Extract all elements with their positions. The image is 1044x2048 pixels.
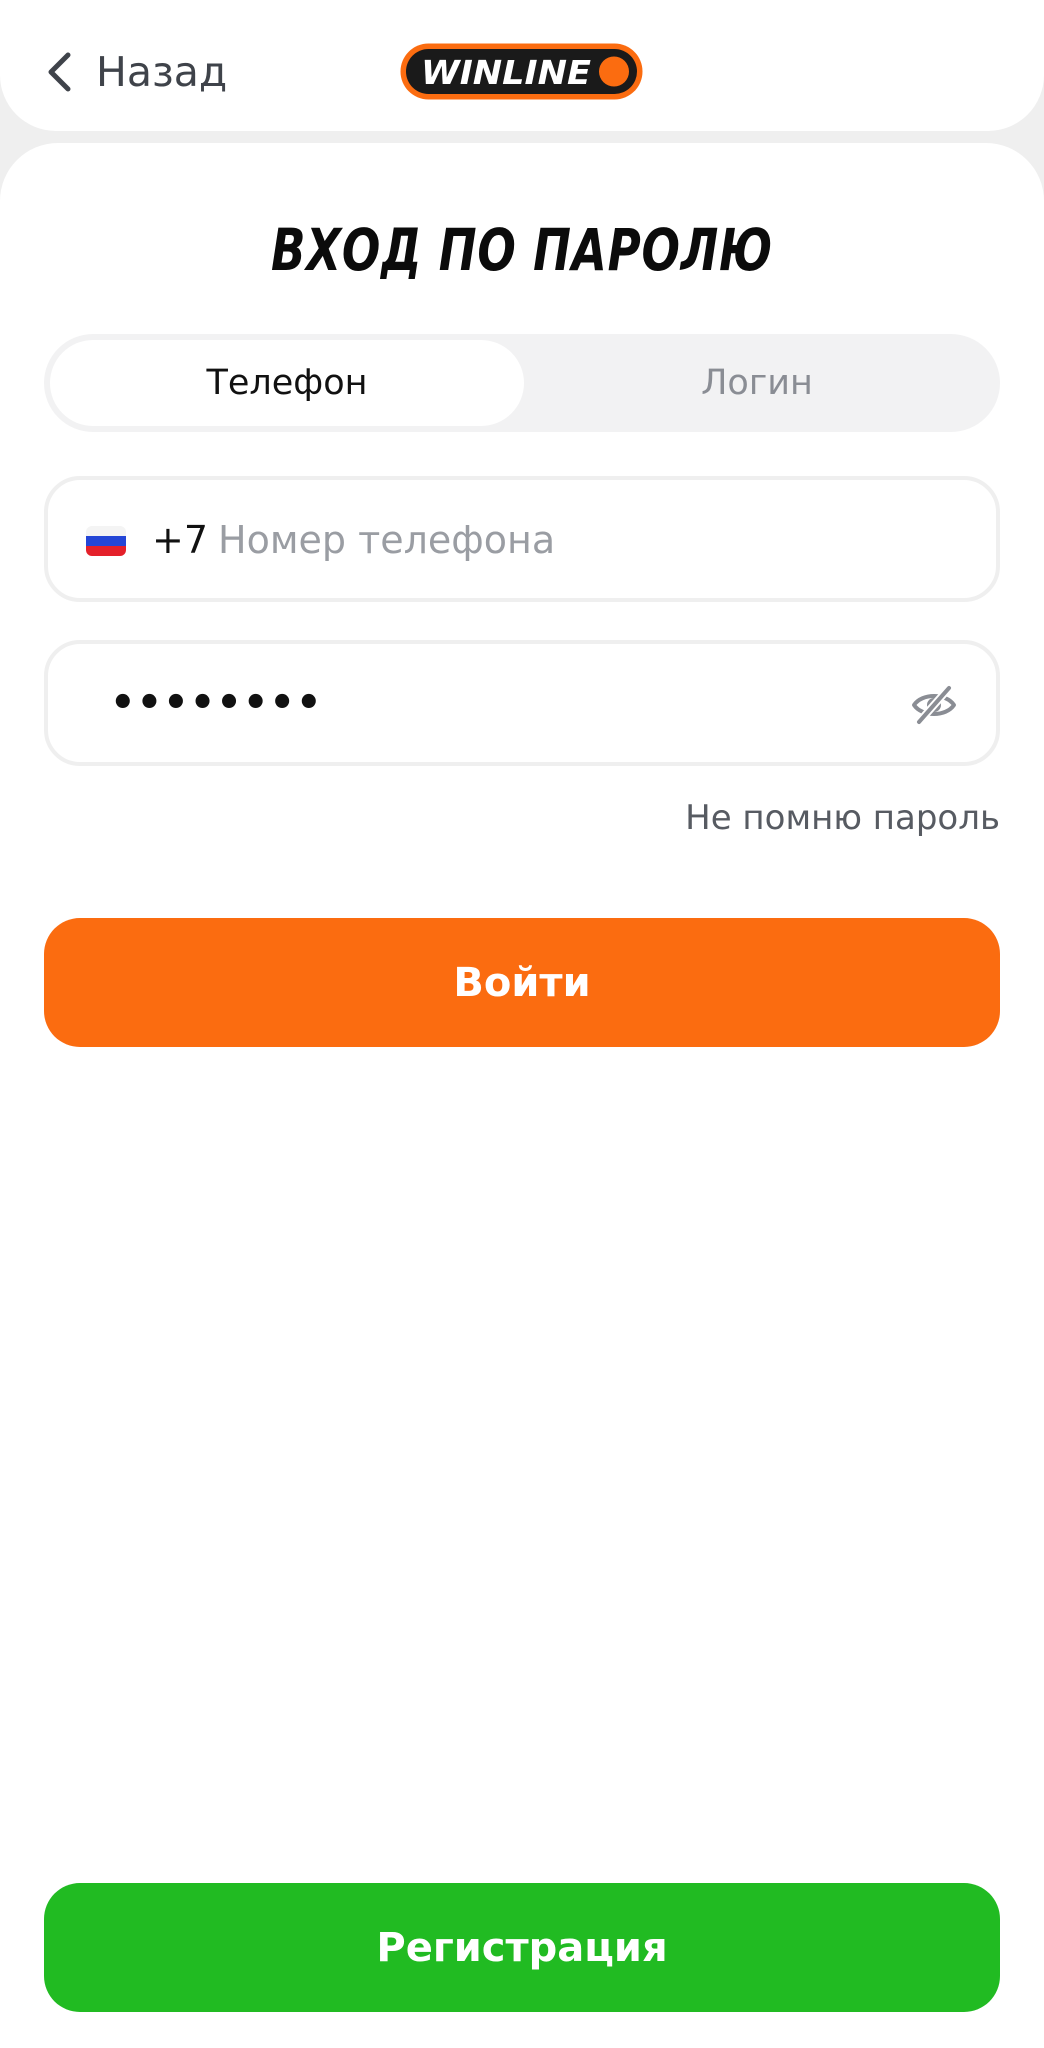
tab-phone[interactable]: Телефон [50, 340, 524, 426]
back-label: Назад [96, 48, 228, 96]
top-bar: Назад WINLINE [0, 0, 1044, 131]
logo-text: WINLINE [421, 53, 591, 92]
tab-login[interactable]: Логин [520, 340, 994, 426]
password-field[interactable]: •••••••• [44, 640, 1000, 766]
login-method-tabs: Телефон Логин [44, 334, 1000, 432]
phone-field[interactable]: +7 [44, 476, 1000, 602]
password-value: •••••••• [110, 680, 323, 726]
phone-input[interactable] [218, 510, 938, 570]
russia-flag-icon [86, 526, 126, 556]
page-title: ВХОД ПО ПАРОЛЮ [270, 216, 774, 284]
eye-off-icon[interactable] [910, 683, 958, 727]
login-button[interactable]: Войти [44, 918, 1000, 1047]
winline-logo: WINLINE [399, 42, 644, 101]
register-button[interactable]: Регистрация [44, 1883, 1000, 2012]
country-code: +7 [152, 518, 209, 562]
chevron-left-icon [48, 52, 71, 92]
forgot-password-link[interactable]: Не помню пароль [685, 798, 1000, 838]
back-button[interactable]: Назад [46, 40, 227, 104]
